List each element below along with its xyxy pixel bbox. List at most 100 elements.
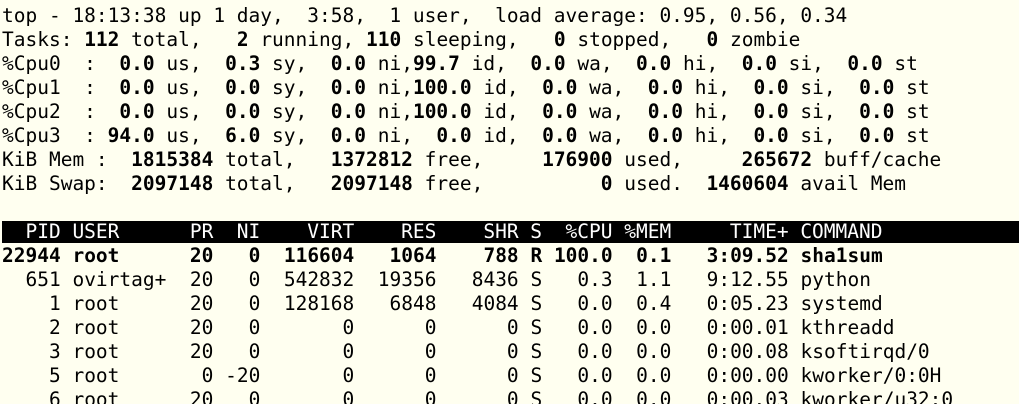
cell-pid: 1 <box>2 292 61 315</box>
swap-total-label: total, <box>213 172 319 195</box>
cell-ni: 0 <box>225 244 261 267</box>
swap-used: 0 <box>518 172 613 195</box>
cpu-ni: 0.0 <box>319 124 366 147</box>
cell-ni: 0 <box>225 340 261 363</box>
tasks-zombie: 0 <box>706 28 719 51</box>
cell-virt: 128168 <box>272 292 355 315</box>
cell-shr: 788 <box>448 244 519 267</box>
cell-shr: 4084 <box>448 292 519 315</box>
cpu-us-label: us, <box>154 124 214 147</box>
cpu-label: %Cpu1 : <box>2 76 108 99</box>
cell-shr: 0 <box>448 388 519 404</box>
cpu-hi-label: hi, <box>683 76 742 99</box>
cell-pr: 20 <box>189 292 214 315</box>
swap-avail-label: avail Mem <box>788 172 907 195</box>
table-row[interactable]: 5 root 0 -20 0 0 0 S 0.0 0.0 0:00.00 kwo… <box>2 364 1019 388</box>
table-row[interactable]: 3 root 20 0 0 0 0 S 0.0 0.0 0:00.08 ksof… <box>2 340 1019 364</box>
cell-mem: 1.1 <box>624 268 672 291</box>
cpu-us-label: us, <box>154 100 214 123</box>
cell-cpu: 0.3 <box>553 268 613 291</box>
cell-cpu: 0.0 <box>553 292 613 315</box>
cpu-st: 0.0 <box>835 52 883 75</box>
cpu-si: 0.0 <box>741 76 789 99</box>
cell-ni: 0 <box>225 292 261 315</box>
cell-virt: 116604 <box>272 244 355 267</box>
mem-line: KiB Mem : 1815384 total, 1372812 free, 1… <box>2 148 1019 172</box>
cpu-ni: 0.0 <box>319 52 366 75</box>
cell-state: S <box>530 388 543 404</box>
terminal-window[interactable]: top - 18:13:38 up 1 day, 3:58, 1 user, l… <box>0 0 1019 404</box>
cell-pid: 2 <box>2 316 61 339</box>
cell-pid: 5 <box>2 364 61 387</box>
cpu-hi-label: hi, <box>683 100 742 123</box>
cell-pid: 22944 <box>2 244 61 267</box>
cell-time: 0:05.23 <box>683 292 789 315</box>
swap-avail: 1460604 <box>706 172 789 195</box>
mem-total: 1815384 <box>119 148 214 171</box>
cpu-lines: %Cpu0 : 0.0 us, 0.3 sy, 0.0 ni,99.7 id, … <box>2 52 1019 148</box>
cpu-sy-label: sy, <box>260 124 320 147</box>
cpu-hi: 0.0 <box>624 52 672 75</box>
cpu-wa: 0.0 <box>530 100 578 123</box>
cpu-id-label: id, <box>471 124 531 147</box>
tasks-zombie-label: zombie <box>718 28 801 51</box>
tasks-running-label: running, <box>248 28 366 51</box>
cell-virt: 542832 <box>272 268 355 291</box>
table-row[interactable]: 2 root 20 0 0 0 0 S 0.0 0.0 0:00.01 kthr… <box>2 316 1019 340</box>
cell-pr: 20 <box>189 316 214 339</box>
process-table-header: PID USER PR NI VIRT RES SHR S %CPU %MEM … <box>2 221 1019 243</box>
table-row[interactable]: 22944 root 20 0 116604 1064 788 R 100.0 … <box>2 244 1019 268</box>
swap-free-label: free, <box>412 172 519 195</box>
cell-ni: 0 <box>225 316 261 339</box>
cell-ni: -20 <box>225 364 261 387</box>
cell-mem: 0.1 <box>624 244 672 267</box>
cell-mem: 0.0 <box>624 316 672 339</box>
cell-res: 1064 <box>366 244 437 267</box>
swap-total: 2097148 <box>119 172 214 195</box>
cell-shr: 0 <box>448 316 519 339</box>
table-row[interactable]: 6 root 20 0 0 0 0 S 0.0 0.0 0:00.03 kwor… <box>2 388 1019 404</box>
cell-command: kworker/u32:0 <box>800 388 954 404</box>
cell-shr: 8436 <box>448 268 519 291</box>
cpu-us: 0.0 <box>107 76 155 99</box>
cell-shr: 0 <box>448 364 519 387</box>
table-row[interactable]: 651 ovirtag+ 20 0 542832 19356 8436 S 0.… <box>2 268 1019 292</box>
cpu-si-label: si, <box>788 100 848 123</box>
cell-virt: 0 <box>272 340 355 363</box>
mem-buff: 265672 <box>718 148 813 171</box>
cell-command: sha1sum <box>800 244 883 267</box>
cpu-hi-label: hi, <box>683 124 742 147</box>
cell-res: 19356 <box>366 268 437 291</box>
cpu-wa-label: wa, <box>577 100 637 123</box>
swap-used-label: used. <box>612 172 707 195</box>
cpu-us: 0.0 <box>107 100 155 123</box>
cpu-wa: 0.0 <box>530 124 578 147</box>
mem-label: KiB Mem : <box>2 148 120 171</box>
cell-time: 0:00.00 <box>683 364 789 387</box>
mem-buff-label: buff/cache <box>812 148 942 171</box>
mem-free: 1372812 <box>319 148 413 171</box>
cell-command: kworker/0:0H <box>800 364 942 387</box>
table-row[interactable]: 1 root 20 0 128168 6848 4084 S 0.0 0.4 0… <box>2 292 1019 316</box>
cpu-us-label: us, <box>154 76 214 99</box>
cpu-sy: 6.0 <box>213 124 261 147</box>
uptime-line: top - 18:13:38 up 1 day, 3:58, 1 user, l… <box>2 4 848 27</box>
cell-res: 0 <box>366 388 437 404</box>
tasks-running: 2 <box>236 28 249 51</box>
cpu-ni: 0.0 <box>319 100 366 123</box>
cell-virt: 0 <box>272 316 355 339</box>
tasks-sleeping-label: sleeping, <box>401 28 554 51</box>
cell-pr: 20 <box>189 244 214 267</box>
tasks-stopped: 0 <box>553 28 566 51</box>
process-table-body[interactable]: 22944 root 20 0 116604 1064 788 R 100.0 … <box>2 244 1019 404</box>
cell-pid: 6 <box>2 388 61 404</box>
mem-total-label: total, <box>213 148 319 171</box>
cell-mem: 0.0 <box>624 364 672 387</box>
tasks-sleeping: 110 <box>365 28 402 51</box>
cpu-id: 0.0 <box>424 124 472 147</box>
cpu-hi: 0.0 <box>636 76 683 99</box>
cpu-si-label: si, <box>776 52 836 75</box>
cell-res: 6848 <box>366 292 437 315</box>
cpu-sy: 0.3 <box>213 52 261 75</box>
cpu-line: %Cpu1 : 0.0 us, 0.0 sy, 0.0 ni,100.0 id,… <box>2 76 1019 100</box>
